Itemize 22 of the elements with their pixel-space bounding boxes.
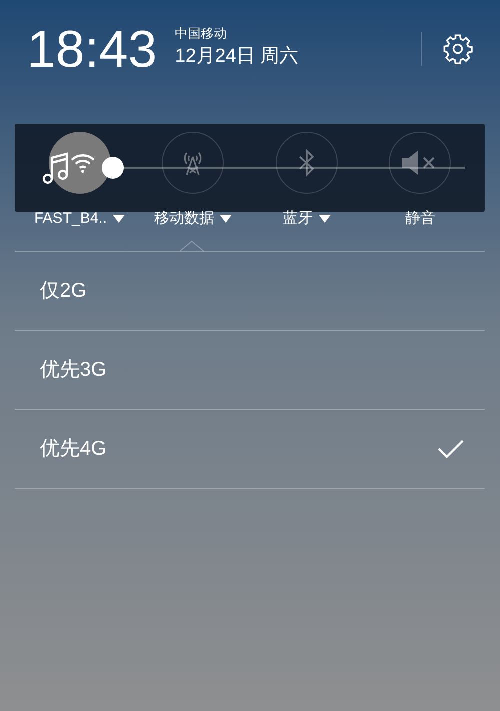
toggle-label: 移动数据 bbox=[154, 209, 214, 229]
music-note-icon bbox=[42, 151, 70, 185]
caret-icon[interactable] bbox=[113, 215, 126, 223]
toggle-button[interactable] bbox=[389, 132, 452, 194]
carrier-name: 中国移动 bbox=[175, 25, 228, 43]
pointer-notch bbox=[180, 241, 204, 252]
clock-time: 18:43 bbox=[27, 22, 158, 78]
toggle-button[interactable] bbox=[276, 132, 338, 194]
caret-icon[interactable] bbox=[318, 215, 331, 223]
toggle-label: 蓝牙 bbox=[282, 209, 313, 229]
caret-icon[interactable] bbox=[220, 215, 232, 223]
bluetooth-icon bbox=[296, 148, 317, 178]
wifi-icon bbox=[70, 152, 96, 174]
date-text: 12月24日 周六 bbox=[175, 45, 299, 69]
toggle-label: FAST_B4.. bbox=[34, 209, 108, 229]
checkmark-icon bbox=[437, 439, 465, 459]
network-option[interactable]: 优先3G bbox=[15, 331, 485, 410]
toggle-button[interactable] bbox=[162, 132, 224, 194]
settings-icon[interactable] bbox=[442, 33, 474, 65]
network-option[interactable]: 优先4G bbox=[15, 410, 485, 489]
toggle-label: 静音 bbox=[405, 209, 436, 229]
network-option[interactable]: 仅2G bbox=[15, 252, 485, 331]
